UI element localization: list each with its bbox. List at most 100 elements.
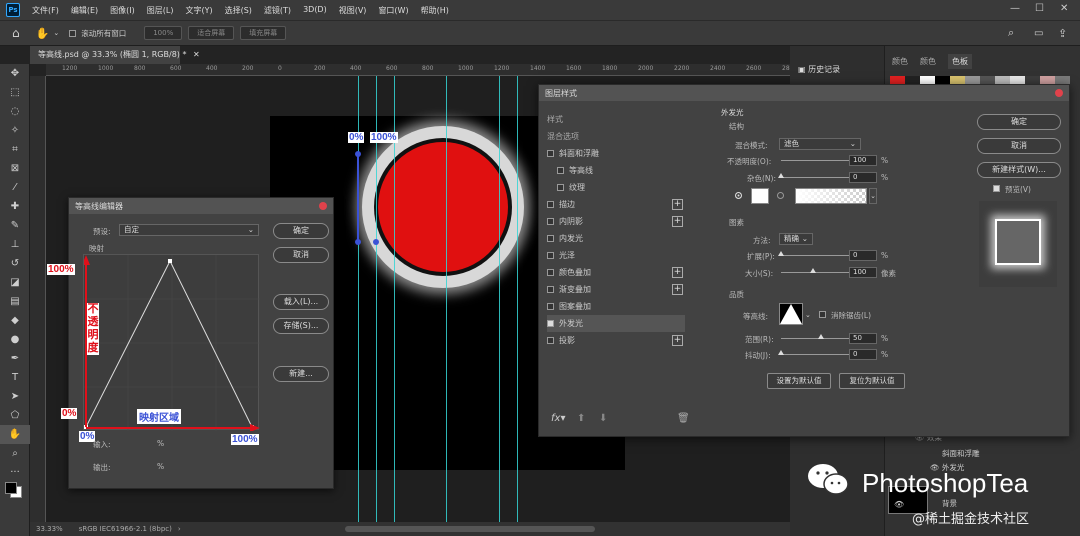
gradient-tool-icon[interactable]: ▤: [0, 292, 30, 311]
cancel-button[interactable]: 取消: [977, 138, 1061, 154]
ok-button[interactable]: 确定: [273, 223, 329, 239]
color-swatch[interactable]: [995, 76, 1010, 84]
color-swatch[interactable]: [1010, 76, 1025, 84]
menu-item-6[interactable]: 滤镜(T): [258, 5, 297, 16]
add-effect-icon[interactable]: +: [672, 199, 683, 210]
jitter-input[interactable]: 0: [849, 349, 877, 360]
style-checkbox[interactable]: [547, 303, 554, 310]
lasso-tool-icon[interactable]: ◌: [0, 102, 30, 121]
add-effect-icon[interactable]: +: [672, 267, 683, 278]
frame-tool-icon[interactable]: ⊠: [0, 159, 30, 178]
fx-icon[interactable]: fx▾: [551, 413, 565, 424]
guide-line[interactable]: [499, 76, 500, 522]
add-effect-icon[interactable]: +: [672, 216, 683, 227]
gradient-picker[interactable]: [795, 188, 867, 204]
color-swatch[interactable]: [950, 76, 965, 84]
more-tools-icon[interactable]: ···: [0, 463, 30, 482]
history-tab[interactable]: ▣ 历史记录: [798, 64, 840, 75]
blend-mode-select[interactable]: 滤色 ⌄: [779, 138, 861, 150]
zoom-100-button[interactable]: 100%: [144, 26, 183, 40]
status-arrow-icon[interactable]: ›: [178, 525, 181, 533]
menu-item-2[interactable]: 图像(I): [104, 5, 141, 16]
scroll-all-checkbox[interactable]: [69, 29, 77, 37]
menu-item-9[interactable]: 窗口(W): [372, 5, 414, 16]
cancel-button[interactable]: 取消: [273, 247, 329, 263]
eraser-icon[interactable]: ◪: [0, 273, 30, 292]
contour-graph[interactable]: [82, 254, 260, 432]
style-checkbox[interactable]: [547, 252, 554, 259]
dodge-tool-icon[interactable]: ●: [0, 330, 30, 349]
tab-swatches[interactable]: 色板: [948, 54, 972, 69]
preset-select[interactable]: 自定 ⌄: [119, 224, 259, 236]
fit-screen-button[interactable]: 适合屏幕: [188, 26, 235, 40]
color-swatch[interactable]: [920, 76, 935, 84]
layer-effect-bevel[interactable]: 斜面和浮雕: [942, 448, 980, 459]
spread-input[interactable]: 0: [849, 250, 877, 261]
add-effect-icon[interactable]: +: [672, 335, 683, 346]
spread-slider-knob[interactable]: [778, 251, 784, 256]
move-up-icon[interactable]: ⬆: [577, 413, 585, 424]
search-icon[interactable]: ⌕: [1008, 26, 1014, 40]
style-list-item[interactable]: 样式: [547, 111, 685, 128]
style-list-item[interactable]: 内阴影 +: [547, 213, 685, 230]
style-list-item[interactable]: 描边 +: [547, 196, 685, 213]
contour-editor-titlebar[interactable]: 等高线编辑器: [69, 198, 333, 214]
style-checkbox[interactable]: [547, 337, 554, 344]
crop-tool-icon[interactable]: ⌗: [0, 140, 30, 159]
trash-icon[interactable]: 🗑: [677, 413, 690, 424]
menu-item-3[interactable]: 图层(L): [141, 5, 180, 16]
style-checkbox[interactable]: [557, 184, 564, 191]
maximize-icon[interactable]: ☐: [1035, 3, 1044, 14]
style-list-item[interactable]: 内发光: [547, 230, 685, 247]
solid-color-radio[interactable]: [735, 192, 742, 199]
document-tab[interactable]: 等高线.psd @ 33.3% (椭圆 1, RGB/8) * ✕: [30, 46, 200, 64]
minimize-icon[interactable]: —: [1010, 3, 1020, 14]
share-icon[interactable]: ⇪: [1058, 27, 1067, 40]
home-icon[interactable]: ⌂: [12, 26, 20, 40]
chevron-down-icon[interactable]: ⌄: [805, 311, 811, 319]
color-swatch[interactable]: [1055, 76, 1070, 84]
marquee-tool-icon[interactable]: ⬚: [0, 83, 30, 102]
color-profile-readout[interactable]: sRGB IEC61966-2.1 (8bpc): [79, 525, 172, 533]
hand-tool-icon[interactable]: ✋: [0, 425, 30, 444]
history-brush-icon[interactable]: ↺: [0, 254, 30, 273]
zoom-readout[interactable]: 33.33%: [36, 525, 63, 533]
style-checkbox[interactable]: [547, 150, 554, 157]
layer-style-titlebar[interactable]: 图层样式: [539, 85, 1069, 101]
color-swatch[interactable]: [1040, 76, 1055, 84]
color-swatch[interactable]: [965, 76, 980, 84]
glow-color-swatch[interactable]: [751, 188, 769, 204]
brush-tool-icon[interactable]: ✎: [0, 216, 30, 235]
style-list-item[interactable]: 混合选项: [547, 128, 685, 145]
tab-color-2[interactable]: 颜色: [920, 56, 936, 67]
new-style-button[interactable]: 新建样式(W)...: [977, 162, 1061, 178]
style-list-item[interactable]: 光泽: [547, 247, 685, 264]
color-swatches[interactable]: [0, 482, 29, 508]
menu-item-4[interactable]: 文字(Y): [179, 5, 218, 16]
path-select-icon[interactable]: ➤: [0, 387, 30, 406]
style-checkbox[interactable]: [547, 235, 554, 242]
style-checkbox[interactable]: [547, 218, 554, 225]
noise-input[interactable]: 0: [849, 172, 877, 183]
pen-tool-icon[interactable]: ✒: [0, 349, 30, 368]
foreground-color-swatch[interactable]: [5, 482, 17, 494]
close-window-icon[interactable]: ✕: [1060, 3, 1068, 14]
color-swatch[interactable]: [935, 76, 950, 84]
size-input[interactable]: 100: [849, 267, 877, 278]
color-swatch[interactable]: [890, 76, 905, 84]
menu-item-7[interactable]: 3D(D): [297, 5, 333, 16]
menu-item-0[interactable]: 文件(F): [26, 5, 65, 16]
stamp-tool-icon[interactable]: ⊥: [0, 235, 30, 254]
tab-color[interactable]: 颜色: [892, 56, 908, 67]
guide-line[interactable]: [517, 76, 518, 522]
close-dialog-icon[interactable]: [1055, 89, 1063, 97]
ok-button[interactable]: 确定: [977, 114, 1061, 130]
magic-wand-icon[interactable]: ✧: [0, 121, 30, 140]
noise-slider-knob[interactable]: [778, 173, 784, 178]
method-select[interactable]: 精确 ⌄: [779, 233, 813, 245]
range-input[interactable]: 50: [849, 333, 877, 344]
save-button[interactable]: 存储(S)...: [273, 318, 329, 334]
reset-default-button[interactable]: 复位为默认值: [839, 373, 905, 389]
style-checkbox[interactable]: [557, 167, 564, 174]
close-dialog-icon[interactable]: [319, 202, 327, 210]
